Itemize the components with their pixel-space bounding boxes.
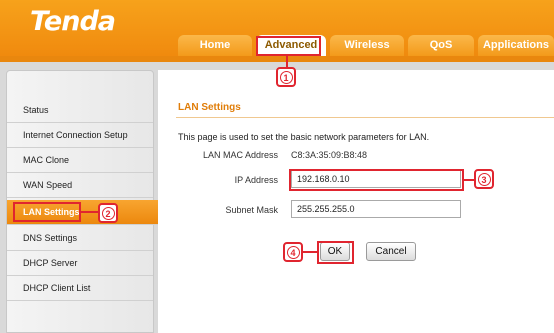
- callout-box-ok-button: [317, 241, 354, 264]
- sidebar-item-status[interactable]: Status: [7, 98, 153, 123]
- mac-address-value: C8:3A:35:09:B8:48: [291, 150, 368, 160]
- cancel-button[interactable]: Cancel: [366, 242, 416, 261]
- tenda-logo: Tenda: [30, 6, 116, 37]
- sidebar-item-dhcp-client-list[interactable]: DHCP Client List: [7, 276, 153, 301]
- callout-line-3: [464, 179, 474, 181]
- tab-wireless[interactable]: Wireless: [330, 35, 404, 56]
- callout-line-1: [286, 56, 288, 67]
- tab-home[interactable]: Home: [178, 35, 252, 56]
- page-title: LAN Settings: [178, 102, 241, 113]
- sidebar-item-dns-settings[interactable]: DNS Settings: [7, 226, 153, 251]
- sidebar-item-mac-clone[interactable]: MAC Clone: [7, 148, 153, 173]
- callout-badge-1: 1: [276, 67, 296, 87]
- tab-qos[interactable]: QoS: [408, 35, 474, 56]
- sidebar-item-wan-speed[interactable]: WAN Speed: [7, 173, 153, 198]
- callout-line-2: [81, 211, 98, 213]
- callout-badge-3: 3: [474, 169, 494, 189]
- main-panel: LAN Settings This page is used to set th…: [158, 70, 554, 333]
- callout-box-advanced-tab: [256, 36, 321, 56]
- callout-badge-2: 2: [98, 203, 118, 223]
- ip-address-label: IP Address: [234, 175, 278, 185]
- callout-badge-4: 4: [283, 242, 303, 262]
- callout-box-lan-settings: [13, 202, 81, 222]
- sidebar-item-dhcp-server[interactable]: DHCP Server: [7, 251, 153, 276]
- subnet-mask-label: Subnet Mask: [225, 205, 278, 215]
- title-divider: [176, 117, 554, 118]
- subnet-mask-input[interactable]: 255.255.255.0: [291, 200, 461, 218]
- top-nav-tabs: Home Advanced Wireless QoS Applications: [178, 35, 554, 58]
- header-underline: [0, 56, 554, 62]
- sidebar-item-internet-connection-setup[interactable]: Internet Connection Setup: [7, 123, 153, 148]
- tab-applications[interactable]: Applications: [478, 35, 554, 56]
- callout-box-ip-address: [289, 169, 464, 191]
- callout-line-4: [303, 251, 317, 253]
- page-description: This page is used to set the basic netwo…: [178, 132, 430, 142]
- mac-address-label: LAN MAC Address: [202, 150, 278, 160]
